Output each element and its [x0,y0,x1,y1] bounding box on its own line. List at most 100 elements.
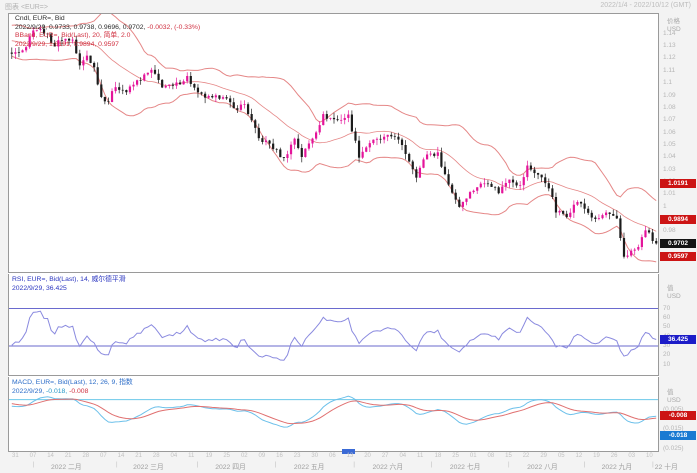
time-axis-day-label: 28 [82,453,89,459]
axis-tick-label: 0.98 [663,227,676,235]
axis-tick-label: 1.1 [663,79,672,87]
time-axis-day-label: 03 [628,453,635,459]
time-axis-separator: | [32,461,34,468]
time-axis-day-label: 20 [364,453,371,459]
time-axis-day-label: 31 [12,453,19,459]
time-axis-day-label: 10 [646,453,653,459]
time-axis-separator: | [116,461,118,468]
time-axis-month-label: 22 十月 [655,461,678,471]
chart-window: 图表 <EUR=> 2022/1/4 - 2022/10/12 (GMT) Cn… [0,0,697,473]
time-axis-day-label: 07 [100,453,107,459]
candle-ohlc-values: 2022/9/29, 0.9733, 0.9738, 0.9696, 0.970… [15,24,145,31]
time-axis-separator: | [353,461,355,468]
time-axis-day-label: 14 [118,453,125,459]
time-axis-day-label: 28 [153,453,160,459]
macd-value-date: 2022/9/29, [12,388,44,395]
macd-signal-value: -0.008 [67,388,88,395]
axis-value-box: -0.008 [660,411,696,420]
time-axis-day-label: 21 [65,453,72,459]
time-axis-day-label: 12 [576,453,583,459]
axis-tick-label: 1.09 [663,92,676,100]
rsi-axis-unit: USD [667,293,681,301]
axis-tick-label: 70 [663,305,670,313]
time-axis-day-label: 11 [188,453,194,459]
axis-tick-label: 1.06 [663,129,676,137]
time-axis-separator: | [275,461,277,468]
price-rsi-macd-plot[interactable] [0,0,697,473]
axis-tick-label: 1.14 [663,30,676,38]
time-axis-day-label: 04 [399,453,406,459]
axis-value-box: 0.9894 [660,215,696,224]
axis-value-box: 0.9702 [660,239,696,248]
axis-value-box: 0.9597 [660,252,696,261]
time-axis-day-label: 13 [347,453,354,459]
time-axis-month-label: 2022 二月 [51,461,82,471]
time-axis-day-label: 29 [540,453,547,459]
time-axis-day-label: 19 [206,453,213,459]
bband-values: 2022/9/29, 1.0191, 0.9894, 0.9597 [15,41,119,48]
axis-tick-label: 1 [663,203,667,211]
axis-value-box: -0.018 [660,431,696,440]
axis-tick-label: 1.05 [663,141,676,149]
time-axis-month-label: 2022 九月 [602,461,633,471]
axis-tick-label: 10 [663,361,670,369]
time-axis-day-label: 04 [171,453,178,459]
time-axis-day-label: 05 [558,453,565,459]
time-axis-day-label: 25 [452,453,459,459]
rsi-legend: RSI, EUR=, Bid(Last), 14, 威尔德平滑 2022/9/2… [12,276,126,293]
axis-value-box: 1.0191 [660,179,696,188]
price-axis-header: 价格 [667,18,680,26]
axis-tick-label: 1.08 [663,104,676,112]
time-axis-separator: | [197,461,199,468]
time-axis-day-label: 11 [417,453,423,459]
macd-legend: MACD, EUR=, Bid(Last), 12, 26, 9, 指数 202… [12,379,133,396]
main-legend: Cndl, EUR=, Bid 2022/9/29, 0.9733, 0.973… [15,15,200,49]
time-axis-day-label: 08 [488,453,495,459]
time-axis-separator: | [584,461,586,468]
rsi-series-label: RSI, EUR=, Bid(Last), 14, 威尔德平滑 [12,276,126,283]
time-axis-day-label: 09 [259,453,266,459]
axis-tick-label: 1.13 [663,42,676,50]
time-axis-month-label: 2022 七月 [450,461,481,471]
time-axis-month-label: 2022 五月 [294,461,325,471]
macd-axis-unit: USD [667,397,681,405]
time-axis-month-label: 2022 八月 [527,461,558,471]
time-axis-day-label: 30 [311,453,318,459]
axis-tick-label: 1.11 [663,67,675,75]
time-axis-separator: | [652,461,654,468]
axis-tick-label: (0.025) [663,445,684,453]
axis-tick-label: 1.07 [663,116,676,124]
time-axis-day-label: 23 [294,453,301,459]
axis-tick-label: 1.03 [663,166,676,174]
time-axis-day-label: 15 [505,453,512,459]
axis-value-box: 36.425 [660,335,696,344]
candlesticks [11,25,658,259]
time-axis-day-label: 19 [593,453,600,459]
axis-tick-label: 20 [663,351,670,359]
bband-series-label: BBand, EUR=, Bid(Last), 20, 简单, 2.0 [15,32,130,39]
time-axis-day-label: 01 [470,453,477,459]
macd-series-label: MACD, EUR=, Bid(Last), 12, 26, 9, 指数 [12,379,133,386]
axis-tick-label: 1.01 [663,190,676,198]
time-axis-day-label: 18 [435,453,442,459]
axis-tick-label: 1.12 [663,54,676,62]
candle-change-values: -0.0032, (-0.33%) [145,24,200,31]
axis-tick-label: 1.04 [663,153,676,161]
axis-tick-label: 60 [663,314,670,322]
time-axis-day-label: 22 [523,453,530,459]
time-axis-day-label: 16 [276,453,283,459]
time-axis-day-label: 14 [47,453,54,459]
time-axis-separator: | [431,461,433,468]
time-axis-day-label: 27 [382,453,389,459]
time-axis-separator: | [508,461,510,468]
macd-axis-header: 值 [667,389,674,397]
time-axis-month-label: 2022 四月 [215,461,246,471]
rsi-value: 2022/9/29, 36.425 [12,285,67,292]
candle-series-label: Cndl, EUR=, Bid [15,15,65,22]
macd-value: -0.018, [44,388,67,395]
time-axis-day-label: 25 [223,453,230,459]
rsi-axis-header: 值 [667,285,674,293]
time-axis-month-label: 2022 六月 [373,461,404,471]
time-axis-day-label: 06 [329,453,336,459]
time-axis-day-label: 02 [241,453,248,459]
